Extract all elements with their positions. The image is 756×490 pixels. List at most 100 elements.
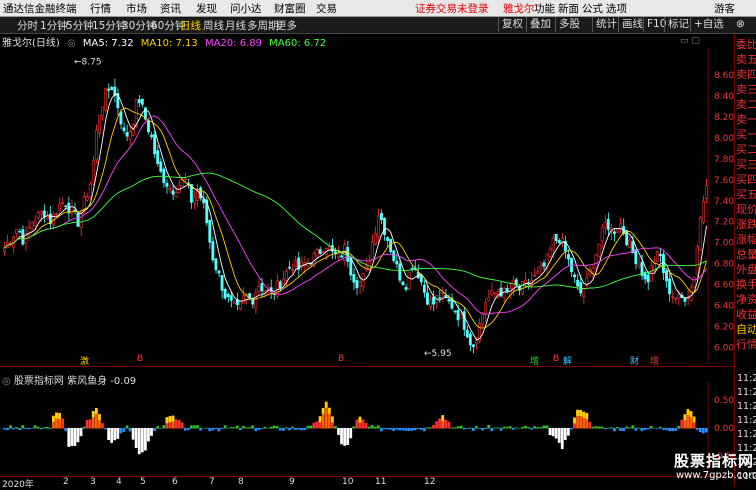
date-tick: 4	[116, 477, 122, 487]
indicator-bar	[199, 428, 202, 431]
indicator-bar	[297, 428, 301, 430]
candle-body	[668, 278, 672, 295]
draw-line-button[interactable]: 画线	[618, 17, 646, 32]
tab-5min[interactable]: 5分钟	[66, 18, 94, 33]
indicator-bar-top	[165, 417, 169, 424]
tab-1min[interactable]: 1分钟	[40, 18, 68, 33]
mark-button[interactable]: 标记	[664, 17, 692, 32]
multi-stock-button[interactable]: 多股	[555, 17, 583, 32]
candle-body	[689, 287, 693, 301]
candle-body	[229, 295, 233, 301]
tab-more[interactable]: 更多	[276, 18, 297, 33]
candle-body	[208, 220, 212, 243]
candle-body	[278, 281, 282, 289]
indicator-bar	[481, 428, 484, 431]
candle-body	[281, 278, 285, 285]
panel-controls[interactable]: ▭ ▢	[680, 36, 700, 46]
tab-daily[interactable]: 日线	[180, 18, 201, 33]
candle-body	[217, 270, 221, 274]
candlestick-chart[interactable]: 8.60 8.40 8.20 8.00 7.80 7.60 7.40 7.20 7.00 6.80…	[0, 48, 734, 362]
price-tick: 8.60	[714, 71, 734, 81]
add-watchlist-button[interactable]: +自选	[690, 17, 727, 32]
candle-body	[39, 211, 43, 215]
close-icon[interactable]: ⊗	[733, 17, 748, 32]
menu-item-news[interactable]: 资讯	[160, 1, 181, 16]
menu-item-quotes[interactable]: 行情	[90, 1, 111, 16]
indicator-bar	[309, 425, 313, 429]
menu-item-wealth[interactable]: 财富圈	[274, 1, 306, 16]
indicator-bar	[499, 428, 503, 431]
indicator-bar	[634, 428, 638, 431]
menu-options[interactable]: 选项	[606, 1, 627, 16]
indicator-bar	[150, 428, 153, 436]
indicator-bar	[205, 427, 209, 429]
tab-multi-period[interactable]: 多周期	[247, 18, 279, 33]
candle-body	[30, 221, 34, 229]
menu-new-page[interactable]: 新面	[558, 1, 579, 16]
date-tick: 7	[209, 477, 215, 487]
tab-monthly[interactable]: 月线	[225, 18, 246, 33]
candle-body	[101, 106, 104, 116]
indicator-bar	[153, 428, 156, 432]
candle-body	[373, 232, 377, 245]
period-toolbar: 分时 1分钟 5分钟 15分钟 30分钟 60分钟 日线 周线 月线 多周期 更…	[0, 17, 756, 34]
indicator-bar	[208, 428, 212, 432]
indicator-bar	[471, 428, 475, 432]
candle-body	[284, 270, 288, 281]
menu-item-discover[interactable]: 发现	[196, 1, 217, 16]
panel-field: 涨幅	[736, 233, 756, 246]
indicator-bar	[226, 428, 230, 429]
tab-weekly[interactable]: 周线	[203, 18, 224, 33]
indicator-bar	[144, 428, 147, 451]
user-guest[interactable]: 游客	[714, 1, 735, 16]
candle-body	[487, 297, 491, 301]
indicator-bar	[229, 427, 233, 429]
statistics-button[interactable]: 统计	[592, 17, 620, 32]
indicator-bar	[281, 428, 285, 431]
indicator-bar	[514, 427, 518, 429]
indicator-bar	[625, 426, 629, 429]
indicator-bar	[101, 423, 104, 429]
candle-body	[226, 294, 230, 297]
tab-timeshare[interactable]: 分时	[17, 18, 38, 33]
candle-body	[603, 222, 607, 228]
signal-marker: B	[338, 354, 345, 364]
candle-body	[619, 223, 622, 229]
candle-body	[557, 239, 561, 244]
indicator-bar	[680, 419, 684, 429]
menu-item-trade[interactable]: 交易	[316, 1, 337, 16]
indicator-chart[interactable]: 0.500.00-0.50	[0, 382, 734, 476]
candle-body	[94, 129, 98, 161]
candle-body	[447, 298, 451, 302]
menu-item-market[interactable]: 市场	[126, 1, 147, 16]
indicator-bar	[251, 425, 255, 429]
menu-function[interactable]: 功能	[534, 1, 555, 16]
candle-body	[165, 182, 169, 187]
indicator-bar-top	[318, 416, 322, 423]
restore-rights-button[interactable]: 复权	[498, 17, 526, 32]
indicator-bar	[242, 426, 245, 429]
indicator-bar-top	[689, 411, 693, 418]
indicator-bar	[530, 428, 533, 430]
candle-body	[183, 178, 187, 181]
indicator-bar	[475, 425, 478, 429]
indicator-bar	[113, 428, 117, 441]
indicator-bar	[70, 428, 74, 446]
candle-body	[131, 124, 135, 136]
indicator-bar	[517, 427, 521, 429]
candle-body	[692, 277, 696, 288]
candle-body	[82, 196, 86, 211]
indicator-bar	[140, 428, 144, 453]
candle-body	[404, 287, 408, 290]
indicator-bar	[594, 426, 598, 429]
indicator-bar	[505, 427, 509, 429]
panel-field: 外盘	[736, 263, 756, 276]
overlay-button[interactable]: 叠加	[526, 17, 554, 32]
menu-item-ask[interactable]: 问小达	[230, 1, 262, 16]
indicator-bar	[527, 427, 530, 429]
login-warning[interactable]: 证券交易未登录	[415, 1, 489, 16]
menu-formula[interactable]: 公式	[582, 1, 603, 16]
indicator-bar	[600, 426, 604, 429]
indicator-bar	[33, 425, 37, 429]
indicator-bar	[125, 425, 129, 429]
